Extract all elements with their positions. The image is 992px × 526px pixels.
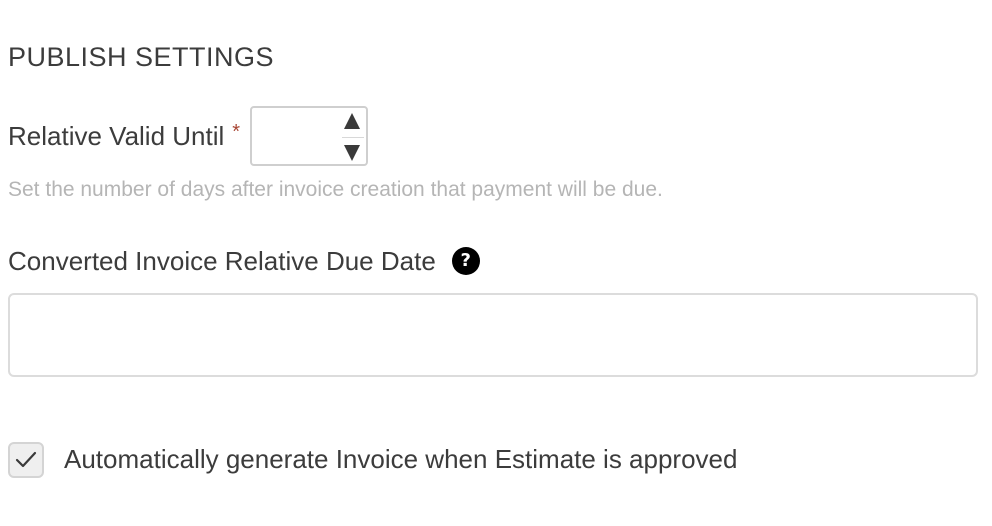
converted-due-date-label: Converted Invoice Relative Due Date bbox=[8, 245, 436, 276]
auto-generate-label: Automatically generate Invoice when Esti… bbox=[64, 444, 738, 474]
stepper-divider bbox=[342, 137, 365, 138]
checkmark-icon bbox=[15, 451, 37, 467]
converted-due-date-row: Converted Invoice Relative Due Date ? bbox=[8, 244, 480, 278]
converted-due-date-input[interactable] bbox=[8, 293, 978, 377]
auto-generate-checkbox[interactable] bbox=[8, 441, 44, 478]
required-marker: * bbox=[232, 120, 241, 143]
relative-valid-until-label: Relative Valid Until bbox=[8, 120, 225, 151]
auto-generate-row[interactable]: Automatically generate Invoice when Esti… bbox=[8, 441, 737, 478]
relative-valid-until-row: Relative Valid Until * bbox=[8, 105, 369, 167]
stepper-up-icon[interactable] bbox=[342, 111, 362, 131]
question-circle-icon[interactable]: ? bbox=[451, 247, 480, 275]
publish-settings-title: PUBLISH SETTINGS bbox=[8, 42, 275, 72]
relative-valid-until-help: Set the number of days after invoice cre… bbox=[8, 178, 663, 201]
stepper-down-icon[interactable] bbox=[342, 143, 362, 163]
relative-valid-until-input[interactable] bbox=[250, 106, 369, 166]
